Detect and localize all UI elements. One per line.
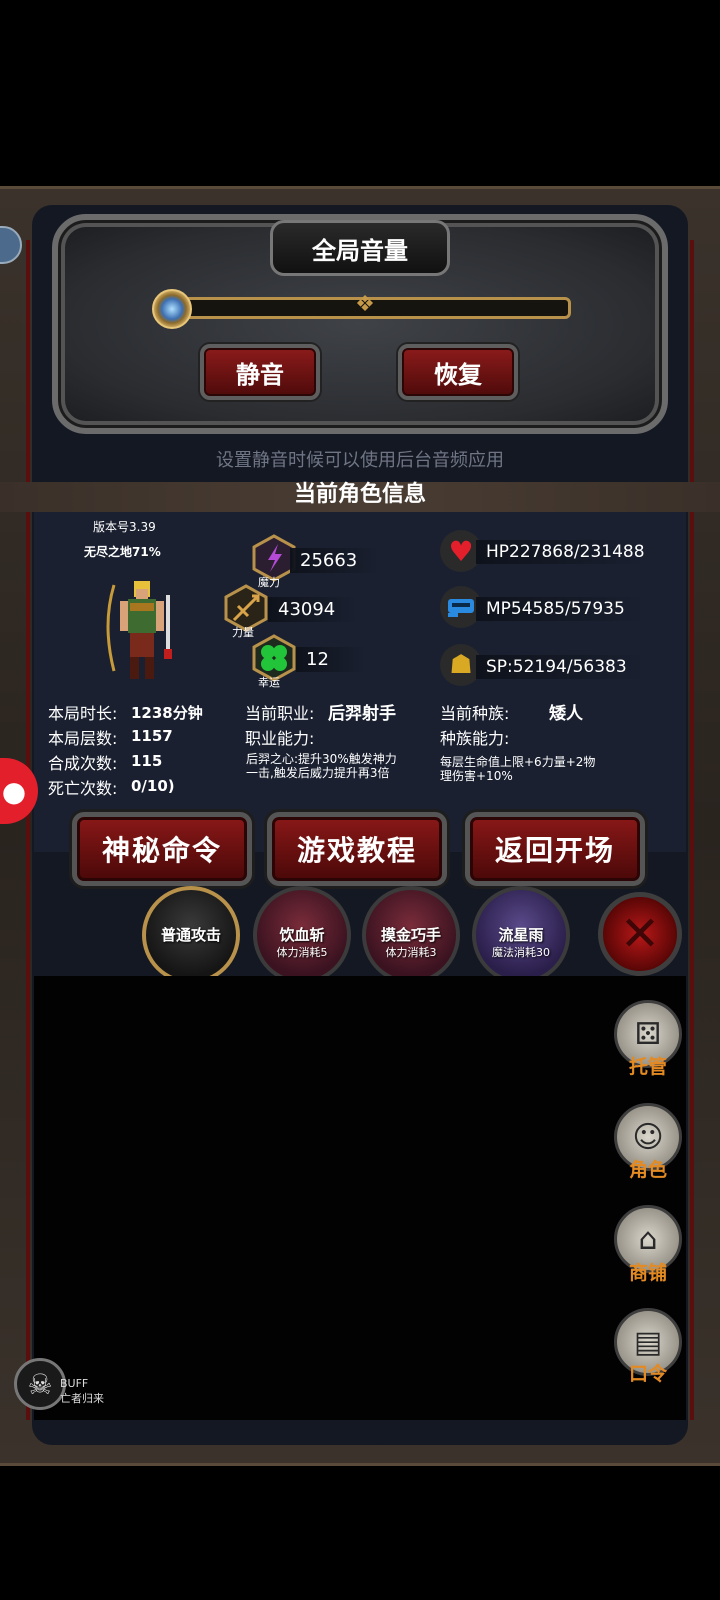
floor-label: 本局层数:	[48, 729, 118, 748]
game-mode-label: 无尽之地71%	[84, 545, 161, 559]
auto-label[interactable]: 托管	[610, 1052, 686, 1079]
skill-normal-attack[interactable]: 普通攻击	[142, 886, 240, 984]
role-label[interactable]: 角色	[610, 1155, 686, 1182]
death-label: 死亡次数:	[48, 779, 118, 798]
luck-value: 12	[296, 647, 366, 672]
close-icon[interactable]: ✕	[598, 892, 682, 976]
skill-name: 流星雨	[498, 926, 544, 944]
craft-label: 合成次数:	[48, 754, 118, 773]
job-label: 当前职业:	[245, 704, 315, 723]
mute-button[interactable]: 静音	[200, 344, 320, 400]
hp-value: HP227868/231488	[476, 540, 648, 564]
secret-command-button[interactable]: 神秘命令	[72, 812, 252, 886]
skill-gold-hand[interactable]: 摸金巧手 体力消耗3	[362, 886, 460, 984]
time-label: 本局时长:	[48, 704, 118, 723]
buff-label: BUFF	[60, 1377, 89, 1390]
skill-name: 饮血斩	[279, 926, 325, 944]
race-ability-desc-1: 每层生命值上限+6力量+2物	[440, 755, 596, 769]
frame-left-accent	[26, 240, 30, 1420]
back-to-start-button[interactable]: 返回开场	[465, 812, 645, 886]
character-section-title: 当前角色信息	[293, 482, 426, 507]
job-ability-label: 职业能力:	[245, 729, 315, 748]
craft-value: 115	[131, 752, 163, 770]
code-label[interactable]: 口令	[610, 1359, 686, 1386]
volume-title: 全局音量	[270, 220, 450, 276]
mp-value: MP54585/57935	[476, 597, 648, 621]
skull-icon[interactable]: ☠	[14, 1358, 66, 1410]
floor-value: 1157	[131, 727, 173, 745]
race-value: 矮人	[549, 704, 583, 724]
job-value: 后羿射手	[328, 704, 396, 724]
skill-blood-slash[interactable]: 饮血斩 体力消耗5	[253, 886, 351, 984]
luck-label: 幸运	[258, 676, 280, 689]
skill-cost: 体力消耗3	[385, 946, 437, 959]
race-ability-label: 种族能力:	[440, 729, 510, 748]
skill-cost: 体力消耗5	[276, 946, 328, 959]
skill-cost: 魔法消耗30	[492, 946, 550, 959]
race-ability-desc-2: 理伤害+10%	[440, 769, 513, 783]
job-ability-desc-1: 后羿之心:提升30%触发神力	[246, 752, 397, 766]
mute-hint: 设置静音时候可以使用后台音频应用	[216, 450, 504, 471]
volume-slider-knob[interactable]	[152, 289, 192, 329]
shop-label[interactable]: 商铺	[610, 1258, 686, 1285]
sp-value: SP:52194/56383	[476, 655, 648, 679]
tutorial-button[interactable]: 游戏教程	[267, 812, 447, 886]
version-label: 版本号3.39	[93, 520, 156, 534]
job-ability-desc-2: 一击,触发后威力提升再3倍	[246, 766, 390, 780]
time-value: 1238分钟	[131, 704, 203, 722]
slider-ornament-icon: ❖	[355, 292, 375, 317]
buff-name: 亡者归来	[60, 1392, 104, 1405]
skill-name: 普通攻击	[160, 926, 221, 944]
skill-name: 摸金巧手	[380, 926, 441, 944]
game-area	[34, 976, 686, 1420]
death-value: 0/10)	[131, 777, 175, 795]
magic-value: 25663	[290, 548, 380, 573]
restore-button[interactable]: 恢复	[398, 344, 518, 400]
race-label: 当前种族:	[440, 704, 510, 723]
strength-value: 43094	[268, 597, 358, 622]
character-sprite	[106, 581, 172, 679]
skill-meteor-rain[interactable]: 流星雨 魔法消耗30	[472, 886, 570, 984]
frame-right-accent	[690, 240, 694, 1420]
